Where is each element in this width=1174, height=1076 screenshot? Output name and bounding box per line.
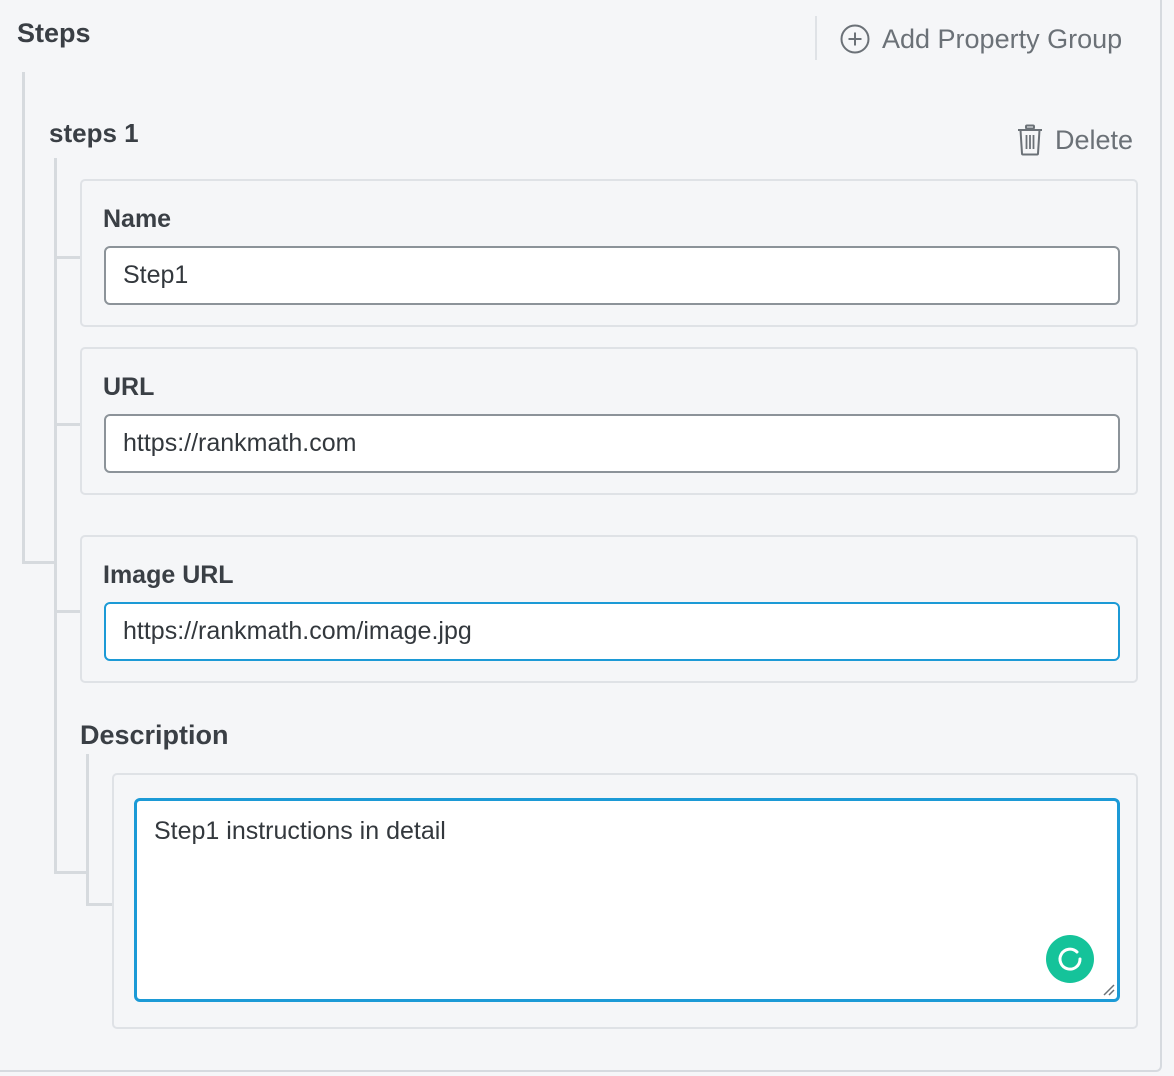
section-title: Steps bbox=[17, 18, 91, 48]
add-property-group-label: Add Property Group bbox=[882, 23, 1123, 54]
tree-branch-outer bbox=[22, 561, 56, 564]
add-property-group-button[interactable]: Add Property Group bbox=[840, 20, 1122, 58]
name-field-label: Name bbox=[103, 205, 172, 233]
description-textarea[interactable]: Step1 instructions in detail bbox=[134, 798, 1120, 1002]
image-url-field-label: Image URL bbox=[103, 561, 234, 589]
tree-branch-url bbox=[54, 423, 81, 426]
url-field-card: URL bbox=[80, 347, 1138, 495]
tree-branch-image bbox=[54, 610, 81, 613]
image-url-input[interactable] bbox=[104, 602, 1120, 661]
delete-group-button[interactable]: Delete bbox=[1017, 124, 1133, 156]
image-url-field-card: Image URL bbox=[80, 535, 1138, 683]
url-field-label: URL bbox=[103, 373, 155, 401]
tree-line-outer bbox=[22, 72, 25, 564]
tree-branch-name bbox=[54, 256, 81, 259]
tree-branch-description bbox=[54, 871, 86, 874]
grammarly-icon[interactable] bbox=[1046, 935, 1094, 983]
toolbar-divider bbox=[815, 16, 817, 60]
name-input[interactable] bbox=[104, 246, 1120, 305]
property-group-title: steps 1 bbox=[49, 118, 139, 148]
tree-line-description bbox=[86, 754, 89, 906]
tree-branch-description-card bbox=[86, 903, 113, 906]
resize-grip-icon[interactable] bbox=[1101, 982, 1115, 996]
tree-line-group bbox=[54, 158, 57, 874]
trash-icon bbox=[1017, 124, 1043, 156]
name-field-card: Name bbox=[80, 179, 1138, 327]
delete-label: Delete bbox=[1055, 124, 1134, 155]
url-input[interactable] bbox=[104, 414, 1120, 473]
steps-editor: Steps Add Property Group steps 1 Delete … bbox=[0, 0, 1174, 1076]
plus-circle-icon bbox=[840, 24, 870, 54]
description-label: Description bbox=[80, 720, 229, 750]
description-card: Step1 instructions in detail bbox=[112, 773, 1138, 1029]
